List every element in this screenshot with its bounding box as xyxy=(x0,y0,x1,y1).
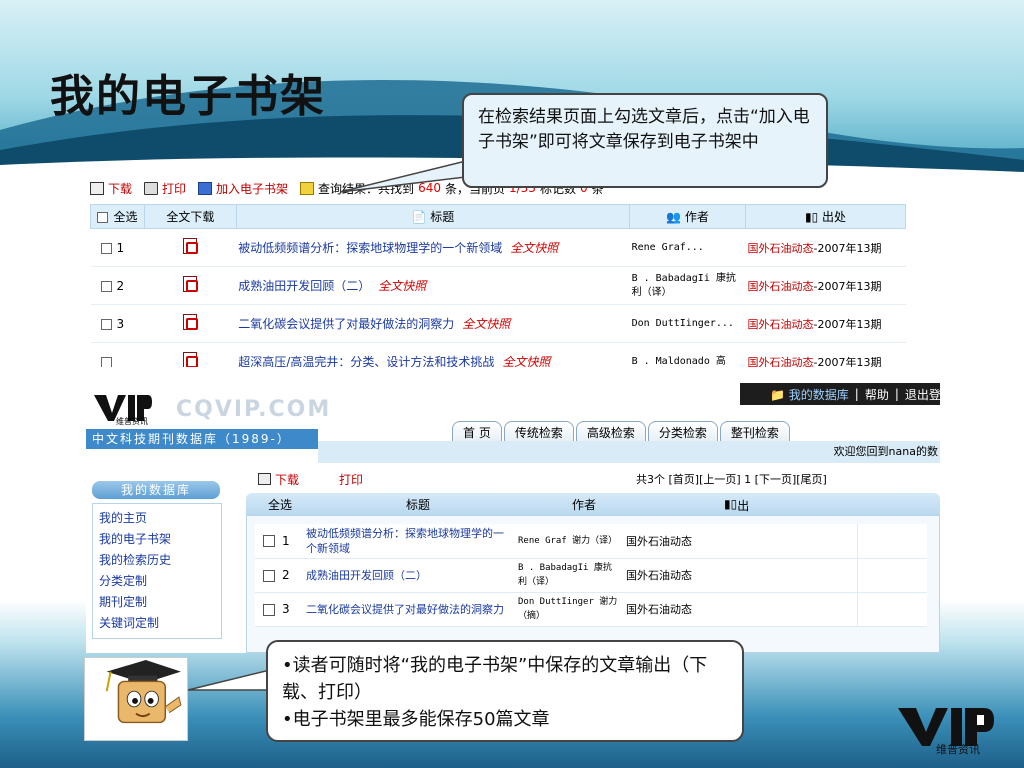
bookshelf-table-header: 全选 标题 作者 ▮▯ 出处 xyxy=(246,493,940,530)
row-checkbox[interactable] xyxy=(263,535,275,548)
tab-category-search[interactable]: 分类检索 xyxy=(647,421,718,441)
sidebar: 我的数据库 我的主页 我的电子书架 我的检索历史 分类定制 期刊定制 关键词定制 xyxy=(86,473,226,653)
pagination[interactable]: 共3个 [首页][上一页] 1 [下一页][尾页] xyxy=(636,471,827,487)
sidebar-item-home[interactable]: 我的主页 xyxy=(99,508,215,529)
bookshelf-toolbar: 下载 打印 共3个 [首页][上一页] 1 [下一页][尾页] xyxy=(258,469,940,489)
sidebar-item-category[interactable]: 分类定制 xyxy=(99,571,215,592)
main-nav: 首 页 传统检索 高级检索 分类检索 整刊检索 xyxy=(318,421,940,441)
title-header: 标题 xyxy=(406,497,431,512)
row-checkbox[interactable] xyxy=(263,603,275,616)
database-name: 中文科技期刊数据库（1989-） xyxy=(86,429,318,449)
sidebar-item-keyword[interactable]: 关键词定制 xyxy=(99,613,215,634)
sidebar-menu: 我的主页 我的电子书架 我的检索历史 分类定制 期刊定制 关键词定制 xyxy=(92,503,222,639)
bookshelf-list: 1 被动低频频谱分析：探索地球物理学的一个新领域 Rene Graf 谢力（译）… xyxy=(246,515,940,653)
author-header: 作者 xyxy=(572,497,597,512)
mascot-illustration xyxy=(84,657,188,741)
download-button[interactable]: 下载 xyxy=(258,471,299,488)
callout-bookshelf-info: •读者可随时将“我的电子书架”中保存的文章输出（下载、打印） •电子书架里最多能… xyxy=(266,640,744,742)
source-cell: 国外石油动态 xyxy=(623,592,858,627)
callout-bookshelf-line2: •电子书架里最多能保存50篇文章 xyxy=(282,709,550,730)
table-row: 3 二氧化碳会议提供了对最好做法的洞察力 Don DuttIinger 谢力（摘… xyxy=(255,592,927,627)
source-cell: 国外石油动态 xyxy=(623,524,858,559)
source-header: ▮▯ 出处 xyxy=(724,497,750,530)
cqvip-wordmark: CQVIP.COM xyxy=(176,397,332,422)
sidebar-item-bookshelf[interactable]: 我的电子书架 xyxy=(99,529,215,550)
tab-home[interactable]: 首 页 xyxy=(452,421,502,441)
footer-logo-caption: 维普资讯 xyxy=(936,743,980,756)
source-cell: 国外石油动态 xyxy=(623,558,858,593)
callout-bookshelf-line1: •读者可随时将“我的电子书架”中保存的文章输出（下载、打印） xyxy=(282,655,708,703)
bookshelf-table: 1 被动低频频谱分析：探索地球物理学的一个新领域 Rene Graf 谢力（译）… xyxy=(255,524,927,627)
tab-journal-search[interactable]: 整刊检索 xyxy=(719,421,790,441)
logout-link[interactable]: 退出登录 xyxy=(905,386,940,403)
welcome-bar: 欢迎您回到nana的数 xyxy=(318,441,940,463)
article-title-link[interactable]: 二氧化碳会议提供了对最好做法的洞察力 xyxy=(303,592,515,627)
article-title-link[interactable]: 成熟油田开发回顾（二） xyxy=(303,558,515,593)
help-link[interactable]: 帮助 xyxy=(865,386,889,403)
author-cell: Don DuttIinger 谢力（摘） xyxy=(515,592,623,627)
sidebar-item-journal[interactable]: 期刊定制 xyxy=(99,592,215,613)
author-cell: B . BabadagIi 康抗利（译） xyxy=(515,558,623,593)
save-icon xyxy=(258,473,271,485)
tab-advanced-search[interactable]: 高级检索 xyxy=(575,421,646,441)
tab-basic-search[interactable]: 传统检索 xyxy=(503,421,574,441)
callout-add-to-shelf: 在检索结果页面上勾选文章后，点击“加入电子书架”即可将文章保存到电子书架中 xyxy=(462,93,828,188)
sidebar-heading: 我的数据库 xyxy=(92,481,220,499)
logo-subtitle: 维普资讯 xyxy=(116,417,148,426)
site-header: 维普资讯 CQVIP.COM 中文科技期刊数据库（1989-） 📁 我的数据库 … xyxy=(86,383,940,449)
table-row: 1 被动低频频谱分析：探索地球物理学的一个新领域 Rene Graf 谢力（译）… xyxy=(255,524,927,559)
select-all-header[interactable]: 全选 xyxy=(268,496,292,513)
my-bookshelf-screenshot: 维普资讯 CQVIP.COM 中文科技期刊数据库（1989-） 📁 我的数据库 … xyxy=(86,383,940,653)
top-links: 📁 我的数据库 | 帮助 | 退出登录 xyxy=(740,383,940,405)
article-title-link[interactable]: 被动低频频谱分析：探索地球物理学的一个新领域 xyxy=(303,524,515,559)
my-database-link[interactable]: 📁 我的数据库 xyxy=(770,386,849,403)
sidebar-item-history[interactable]: 我的检索历史 xyxy=(99,550,215,571)
author-cell: Rene Graf 谢力（译） xyxy=(515,524,623,559)
print-button[interactable]: 打印 xyxy=(339,471,363,488)
table-row: 2 成熟油田开发回顾（二） B . BabadagIi 康抗利（译） 国外石油动… xyxy=(255,558,927,593)
row-checkbox[interactable] xyxy=(263,569,275,582)
